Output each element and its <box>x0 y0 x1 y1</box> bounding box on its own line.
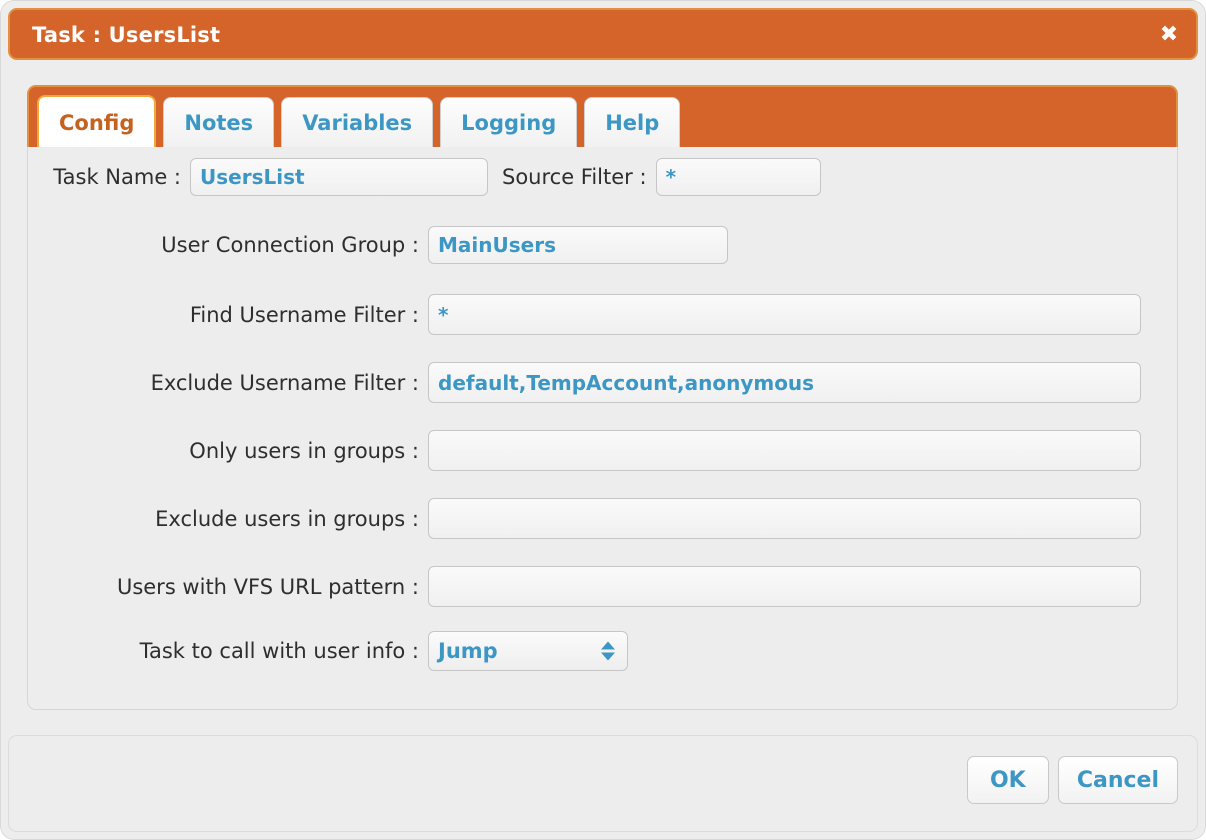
task-to-call-select[interactable]: Jump <box>428 631 628 671</box>
tab-logging-label: Logging <box>461 111 557 135</box>
dialog-titlebar: Task : UsersList ✖ <box>8 8 1198 60</box>
only-users-in-groups-label: Only users in groups : <box>189 438 419 463</box>
tab-variables-label: Variables <box>302 111 413 135</box>
chevron-updown-icon <box>601 641 615 661</box>
tab-strip: Config Notes Variables Logging Help <box>27 85 1178 149</box>
find-username-filter-label: Find Username Filter : <box>189 302 419 327</box>
row-task-name: Task Name : UsersList Source Filter : * <box>46 158 821 196</box>
row-user-connection-group: User Connection Group : MainUsers <box>46 226 728 264</box>
tab-config-label: Config <box>59 111 135 135</box>
task-name-label: Task Name : <box>53 165 181 189</box>
row-task-to-call: Task to call with user info : Jump <box>46 631 628 671</box>
row-users-with-vfs-url-pattern: Users with VFS URL pattern : <box>46 566 1141 607</box>
task-to-call-value: Jump <box>438 639 498 663</box>
source-filter-input[interactable]: * <box>655 158 821 196</box>
task-name-input[interactable]: UsersList <box>190 158 488 196</box>
row-only-users-in-groups: Only users in groups : <box>46 430 1141 471</box>
user-connection-group-input[interactable]: MainUsers <box>428 226 728 264</box>
config-tab-panel: Task Name : UsersList Source Filter : * … <box>27 147 1178 710</box>
tab-notes-label: Notes <box>184 111 254 135</box>
task-to-call-label: Task to call with user info : <box>139 639 419 663</box>
tab-help[interactable]: Help <box>584 97 681 149</box>
tab-help-label: Help <box>605 111 660 135</box>
tab-list: Config Notes Variables Logging Help <box>37 95 681 149</box>
row-find-username-filter: Find Username Filter : * <box>46 294 1141 335</box>
exclude-users-in-groups-label: Exclude users in groups : <box>155 506 419 531</box>
exclude-users-in-groups-input[interactable] <box>428 498 1141 539</box>
exclude-username-filter-input[interactable]: default,TempAccount,anonymous <box>428 362 1141 403</box>
tab-logging[interactable]: Logging <box>440 97 578 149</box>
tab-notes[interactable]: Notes <box>163 97 275 149</box>
tab-variables[interactable]: Variables <box>281 97 434 149</box>
dialog-footer: OK Cancel <box>8 735 1198 832</box>
close-icon[interactable]: ✖ <box>1156 23 1182 49</box>
row-exclude-username-filter: Exclude Username Filter : default,TempAc… <box>46 362 1141 403</box>
dialog-title: Task : UsersList <box>32 23 221 47</box>
footer-button-group: OK Cancel <box>966 756 1178 804</box>
users-with-vfs-url-pattern-label: Users with VFS URL pattern : <box>116 574 419 599</box>
ok-button[interactable]: OK <box>966 756 1049 804</box>
users-with-vfs-url-pattern-input[interactable] <box>428 566 1141 607</box>
user-connection-group-label: User Connection Group : <box>161 233 419 257</box>
row-exclude-users-in-groups: Exclude users in groups : <box>46 498 1141 539</box>
find-username-filter-input[interactable]: * <box>428 294 1141 335</box>
cancel-button[interactable]: Cancel <box>1057 756 1178 804</box>
task-dialog: Task : UsersList ✖ Config Notes Variable… <box>0 0 1206 840</box>
only-users-in-groups-input[interactable] <box>428 430 1141 471</box>
source-filter-label: Source Filter : <box>502 165 647 189</box>
exclude-username-filter-label: Exclude Username Filter : <box>150 370 419 395</box>
tab-config[interactable]: Config <box>37 95 157 149</box>
